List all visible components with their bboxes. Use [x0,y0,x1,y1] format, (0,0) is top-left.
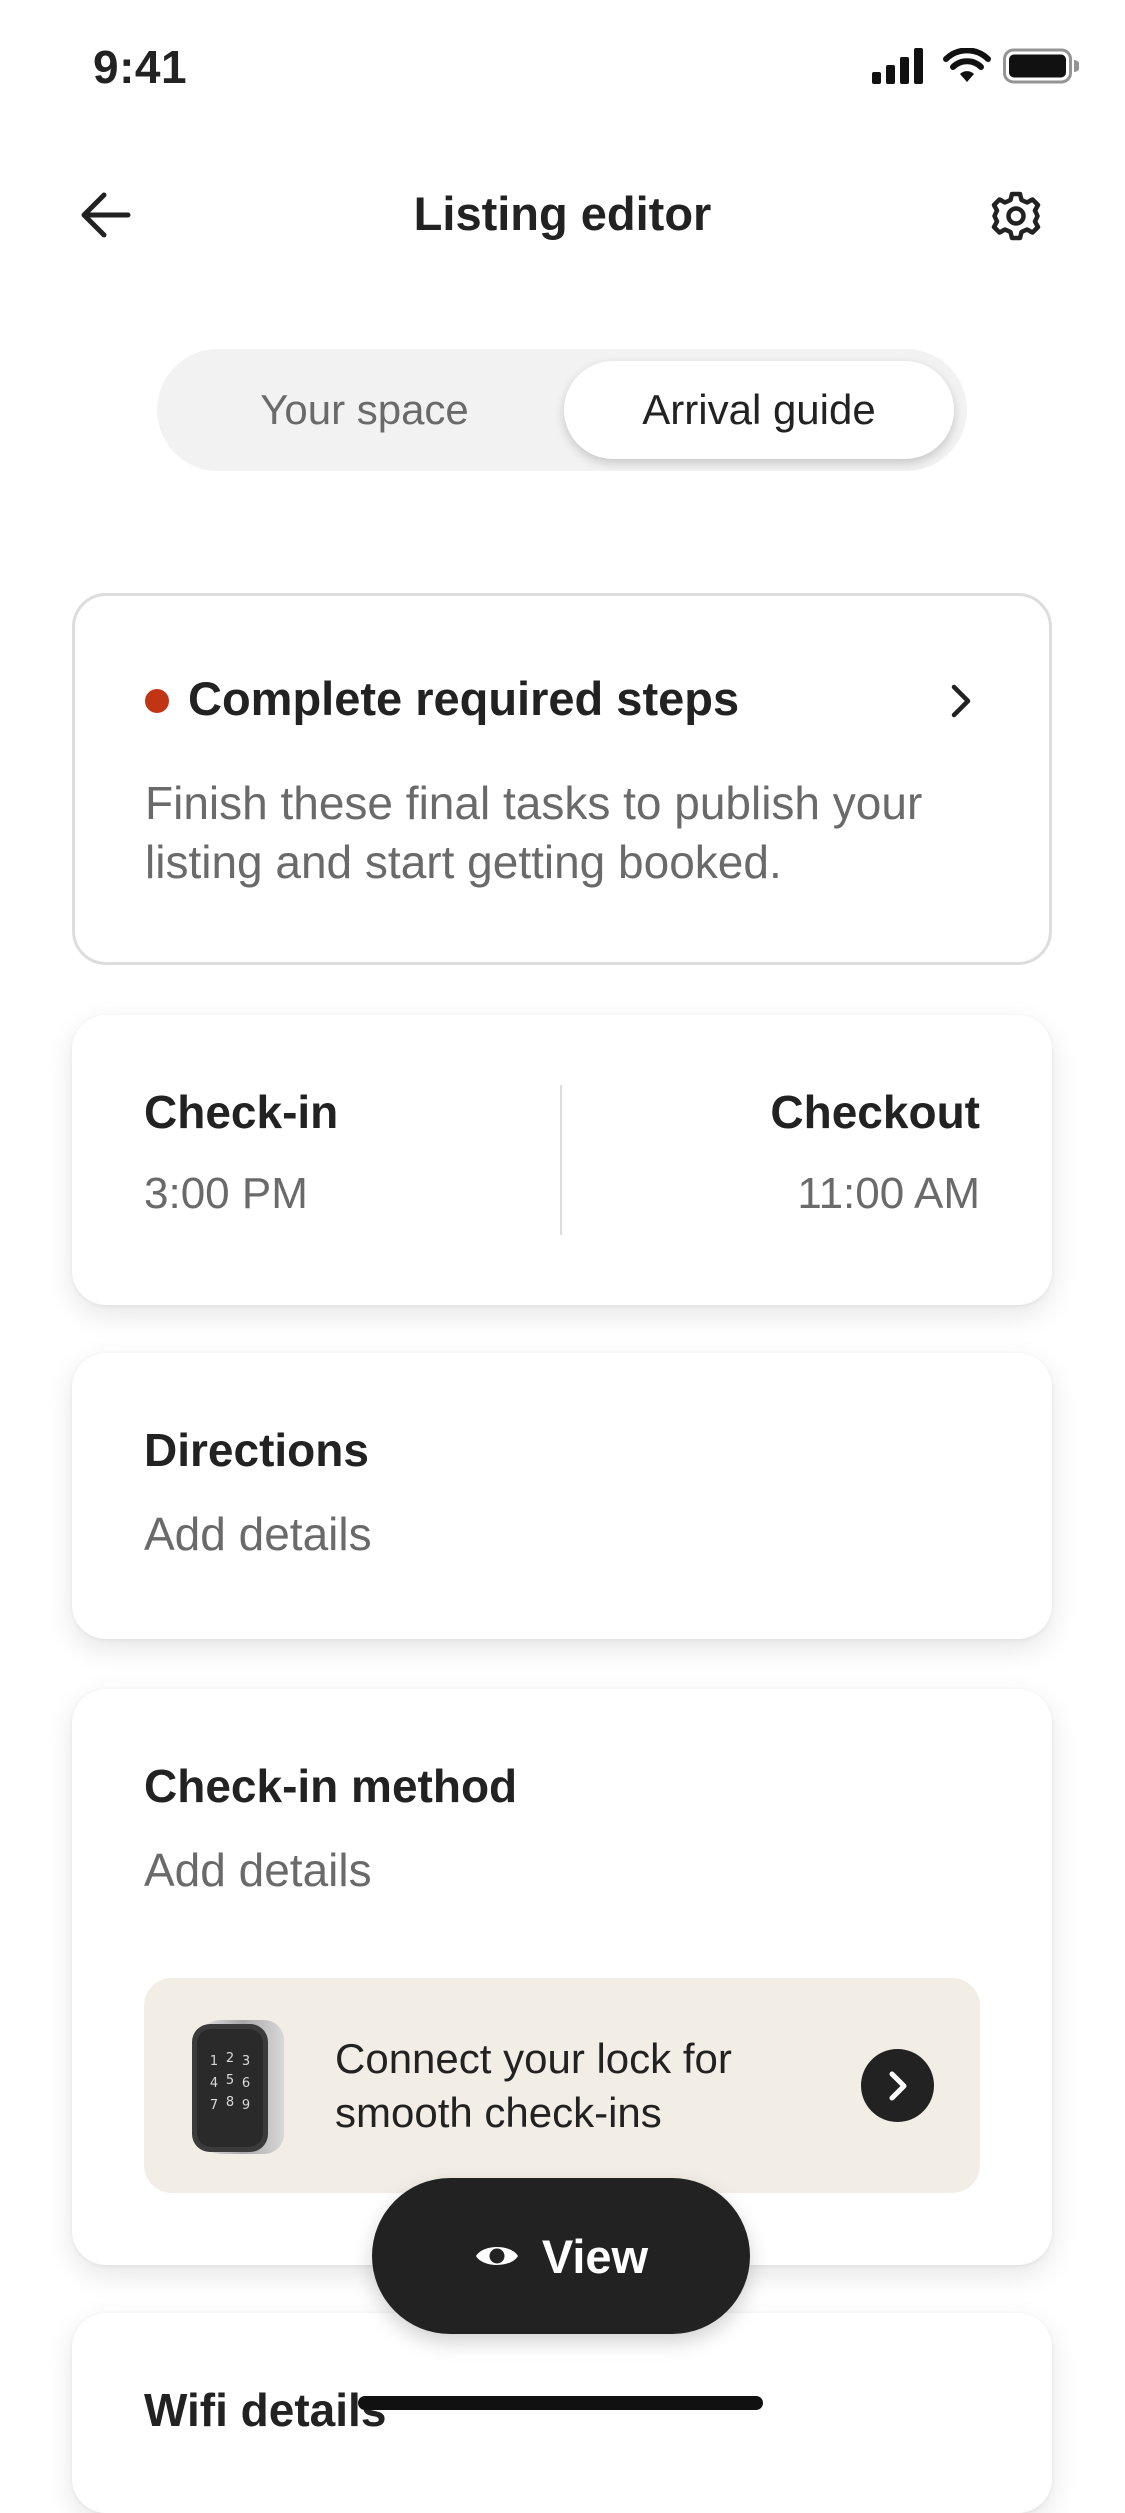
eye-icon [475,2247,518,2265]
svg-text:8: 8 [226,2095,234,2110]
checkout-label: Checkout [770,1086,980,1138]
svg-text:9: 9 [242,2098,250,2113]
smart-lock-icon: 123 456 789 [192,2020,284,2154]
battery-icon [1003,48,1079,84]
chevron-right-icon [889,2071,907,2101]
view-button[interactable]: View [372,2178,750,2334]
svg-text:6: 6 [242,2076,250,2091]
directions-card[interactable]: Directions Add details [72,1353,1052,1639]
checkout-time: 11:00 AM [797,1169,980,1218]
checkin-method-subtitle: Add details [144,1844,372,1896]
connect-lock-button[interactable] [861,2049,934,2122]
page-title: Listing editor [413,187,712,240]
tab-your-space[interactable]: Your space [157,349,572,471]
checkin-time: 3:00 PM [144,1169,308,1218]
svg-text:2: 2 [226,2051,234,2066]
wifi-icon [943,48,991,82]
svg-text:7: 7 [210,2098,218,2113]
tab-switcher: Your space Arrival guide [157,349,967,471]
connect-lock-text: Connect your lock for smooth check-ins [335,2035,732,2136]
home-indicator [358,2396,763,2410]
svg-text:1: 1 [210,2054,218,2069]
chevron-right-icon [951,684,971,718]
svg-text:5: 5 [226,2073,234,2088]
wifi-card[interactable]: Wifi details [72,2313,1052,2513]
checkin-label: Check-in [144,1086,339,1138]
checkin-method-title: Check-in method [144,1760,518,1812]
required-steps-description: Finish these final tasks to publish your… [145,777,923,888]
settings-button[interactable] [990,190,1042,242]
directions-title: Directions [144,1424,369,1476]
view-button-label: View [541,2229,649,2283]
tab-arrival-guide[interactable]: Arrival guide [564,361,954,459]
directions-subtitle: Add details [144,1508,372,1560]
gear-icon [991,191,1041,241]
required-steps-title: Complete required steps [188,672,740,725]
status-time: 9:41 [93,41,188,93]
status-icons [872,48,1082,88]
svg-text:3: 3 [242,2054,250,2069]
cellular-signal-icon [872,48,923,84]
divider [560,1085,562,1235]
required-steps-card[interactable]: Complete required steps Finish these fin… [72,593,1052,965]
connect-lock-banner[interactable]: 123 456 789 Connect your lock for smooth… [144,1978,980,2193]
check-times-card[interactable]: Check-in 3:00 PM Checkout 11:00 AM [72,1015,1052,1305]
status-dot [145,689,169,713]
wifi-title: Wifi details [144,2384,387,2436]
svg-text:4: 4 [210,2076,218,2091]
